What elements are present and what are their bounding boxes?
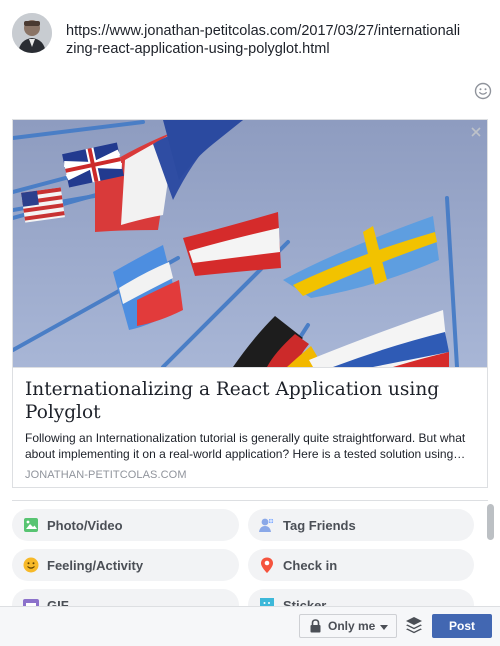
chevron-down-icon: [380, 625, 388, 630]
tag-friends-button[interactable]: Tag Friends: [248, 509, 474, 541]
lock-icon: [309, 619, 322, 633]
gif-label: GIF: [47, 597, 69, 607]
link-preview-image[interactable]: [13, 120, 487, 367]
privacy-label: Only me: [328, 619, 376, 633]
status-text-input[interactable]: https://www.jonathan-petitcolas.com/2017…: [66, 22, 466, 58]
privacy-selector-button[interactable]: Only me: [299, 614, 397, 638]
options-scrollbar[interactable]: [487, 500, 498, 606]
link-preview-body[interactable]: Internationalizing a React Application u…: [13, 367, 487, 487]
avatar: [12, 13, 52, 53]
sticker-label: Sticker: [283, 597, 327, 607]
avatar-image: [12, 13, 52, 53]
tag-friends-icon: [258, 516, 276, 534]
composer-header: https://www.jonathan-petitcolas.com/2017…: [0, 0, 500, 110]
close-preview-icon[interactable]: [470, 125, 482, 137]
link-preview-title[interactable]: Internationalizing a React Application u…: [25, 378, 465, 424]
check-in-button[interactable]: Check in: [248, 549, 474, 581]
sticker-icon: [258, 596, 276, 606]
photo-video-button[interactable]: Photo/Video: [12, 509, 239, 541]
check-in-icon: [258, 556, 276, 574]
divider: [12, 500, 488, 501]
composer-footer: Only me Post: [0, 606, 500, 646]
layers-icon[interactable]: [405, 616, 423, 634]
gif-icon: [22, 596, 40, 606]
check-in-label: Check in: [283, 557, 338, 573]
link-preview-description: Following an Internationalization tutori…: [25, 431, 466, 461]
scrollbar-thumb[interactable]: [487, 504, 494, 540]
tag-friends-label: Tag Friends: [283, 517, 356, 533]
feeling-activity-icon: [22, 556, 40, 574]
composer-options: Photo/Video Tag Friends Feeling/Activity: [0, 500, 500, 606]
photo-video-icon: [22, 516, 40, 534]
emoji-icon[interactable]: [474, 82, 492, 100]
link-preview-domain: JONATHAN-PETITCOLAS.COM: [25, 469, 187, 481]
gif-button[interactable]: GIF: [12, 589, 239, 606]
photo-video-label: Photo/Video: [47, 517, 123, 533]
post-button[interactable]: Post: [432, 614, 492, 638]
sticker-button[interactable]: Sticker: [248, 589, 474, 606]
link-preview-card[interactable]: Internationalizing a React Application u…: [12, 119, 488, 488]
feeling-activity-label: Feeling/Activity: [47, 557, 144, 573]
feeling-activity-button[interactable]: Feeling/Activity: [12, 549, 239, 581]
